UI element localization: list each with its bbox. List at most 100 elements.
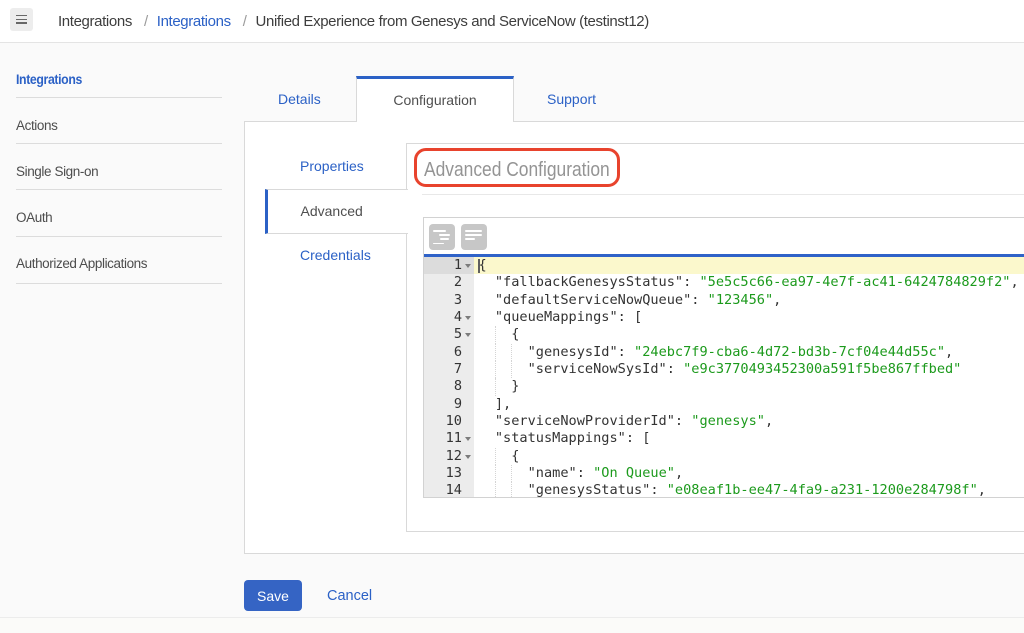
editor-line-text: "statusMappings": [: [479, 430, 651, 447]
tab-support[interactable]: Support: [547, 91, 596, 107]
tab-details[interactable]: Details: [278, 91, 321, 107]
breadcrumb-item: Integrations: [58, 13, 132, 30]
fold-toggle-icon[interactable]: [465, 333, 471, 337]
editor-line: {: [474, 257, 1024, 274]
editor-line-text: "serviceNowSysId": "e9c3770493452300a591…: [479, 361, 962, 378]
editor-line-text: "serviceNowProviderId": "genesys",: [479, 413, 774, 430]
fold-toggle-icon[interactable]: [465, 455, 471, 459]
line-number: 9: [424, 396, 462, 413]
line-number: 10: [424, 413, 462, 430]
sidebar-divider: [16, 236, 222, 237]
editor-line: "genesysId": "24ebc7f9-cba6-4d72-bd3b-7c…: [474, 344, 1024, 361]
sidebar-item-oauth[interactable]: OAuth: [16, 210, 52, 225]
heading-divider: [422, 194, 1024, 195]
gutter-row: 12: [424, 448, 474, 465]
editor-line: "serviceNowSysId": "e9c3770493452300a591…: [474, 361, 1024, 378]
tab-credentials[interactable]: Credentials: [300, 247, 371, 263]
breadcrumb-separator: /: [243, 13, 247, 30]
gutter-row: 5: [424, 326, 474, 343]
editor-line-text: "fallbackGenesysStatus": "5e5c5c66-ea97-…: [479, 274, 1019, 291]
editor-gutter: 1234567891011121314: [424, 257, 474, 497]
advanced-panel: Advanced Configuration: [406, 143, 1024, 532]
fold-toggle-icon[interactable]: [465, 264, 471, 268]
sidebar-item-integrations[interactable]: Integrations: [16, 72, 82, 87]
json-editor-toolbar: [424, 218, 1024, 254]
breadcrumb: Integrations / Integrations / Unified Experi…: [58, 0, 649, 42]
hamburger-menu-button[interactable]: [10, 8, 33, 31]
line-number: 13: [424, 465, 462, 482]
gutter-row: 11: [424, 430, 474, 447]
line-number: 2: [424, 274, 462, 291]
line-number: 3: [424, 292, 462, 309]
editor-line: "serviceNowProviderId": "genesys",: [474, 413, 1024, 430]
editor-line-text: "queueMappings": [: [479, 309, 643, 326]
gutter-row: 3: [424, 292, 474, 309]
gutter-row: 2: [424, 274, 474, 291]
tab-configuration-label: Configuration: [357, 92, 513, 108]
editor-line-text: ],: [479, 396, 512, 413]
editor-line-text: {: [479, 326, 520, 343]
cancel-button[interactable]: Cancel: [327, 588, 372, 604]
gutter-row: 9: [424, 396, 474, 413]
editor-line: "genesysStatus": "e08eaf1b-ee47-4fa9-a23…: [474, 482, 1024, 497]
format-json-button[interactable]: [429, 224, 455, 250]
footer-strip: [0, 617, 1024, 633]
gutter-row: 8: [424, 378, 474, 395]
editor-line: "name": "On Queue",: [474, 465, 1024, 482]
fold-toggle-icon[interactable]: [465, 316, 471, 320]
editor-line-text: "defaultServiceNowQueue": "123456",: [479, 292, 782, 309]
json-editor[interactable]: 1234567891011121314 { "fallbackGenesysSt…: [423, 217, 1024, 498]
line-number: 4: [424, 309, 462, 326]
editor-line-text: "genesysId": "24ebc7f9-cba6-4d72-bd3b-7c…: [479, 344, 954, 361]
gutter-row: 7: [424, 361, 474, 378]
editor-line: }: [474, 378, 1024, 395]
editor-line: {: [474, 326, 1024, 343]
editor-lines: { "fallbackGenesysStatus": "5e5c5c66-ea9…: [474, 257, 1024, 497]
advanced-configuration-heading: Advanced Configuration: [424, 159, 610, 182]
tab-configuration[interactable]: Configuration: [356, 76, 514, 122]
gutter-row: 4: [424, 309, 474, 326]
save-button[interactable]: Save: [244, 580, 302, 611]
sidebar-divider: [16, 97, 222, 98]
editor-line-text: {: [479, 257, 487, 274]
editor-line: ],: [474, 396, 1024, 413]
sidebar-divider: [16, 283, 222, 284]
compact-json-button[interactable]: [461, 224, 487, 250]
sidebar-item-single-sign-on[interactable]: Single Sign-on: [16, 164, 98, 179]
editor-line: {: [474, 448, 1024, 465]
line-number: 11: [424, 430, 462, 447]
editor-line: "statusMappings": [: [474, 430, 1024, 447]
line-number: 14: [424, 482, 462, 497]
line-number: 12: [424, 448, 462, 465]
fold-toggle-icon[interactable]: [465, 437, 471, 441]
hamburger-icon: [16, 15, 28, 26]
editor-line: "fallbackGenesysStatus": "5e5c5c66-ea97-…: [474, 274, 1024, 291]
line-number: 8: [424, 378, 462, 395]
tab-advanced[interactable]: Advanced: [265, 189, 408, 234]
editor-line: "queueMappings": [: [474, 309, 1024, 326]
gutter-row: 6: [424, 344, 474, 361]
text-cursor: [478, 259, 480, 274]
sidebar-item-authorized-applications[interactable]: Authorized Applications: [16, 256, 147, 271]
sidebar-divider: [16, 143, 222, 144]
editor-line: "defaultServiceNowQueue": "123456",: [474, 292, 1024, 309]
editor-content[interactable]: 1234567891011121314 { "fallbackGenesysSt…: [424, 257, 1024, 497]
line-number: 1: [424, 257, 462, 274]
breadcrumb-separator: /: [144, 13, 148, 30]
sidebar-item-actions[interactable]: Actions: [16, 118, 57, 133]
editor-line-text: }: [479, 378, 520, 395]
tab-advanced-label: Advanced: [301, 203, 363, 219]
breadcrumb-item: Unified Experience from Genesys and Serv…: [256, 13, 649, 30]
app-window: Integrations / Integrations / Unified Experi…: [0, 0, 1024, 633]
top-bar: Integrations / Integrations / Unified Experi…: [0, 0, 1024, 43]
gutter-row: 10: [424, 413, 474, 430]
sidebar-divider: [16, 189, 222, 190]
line-number: 6: [424, 344, 462, 361]
editor-line-text: {: [479, 448, 520, 465]
editor-line-text: "name": "On Queue",: [479, 465, 684, 482]
breadcrumb-item[interactable]: Integrations: [157, 13, 231, 30]
tab-properties[interactable]: Properties: [300, 158, 364, 174]
gutter-row: 14: [424, 482, 474, 497]
line-number: 7: [424, 361, 462, 378]
gutter-row: 1: [424, 257, 474, 274]
